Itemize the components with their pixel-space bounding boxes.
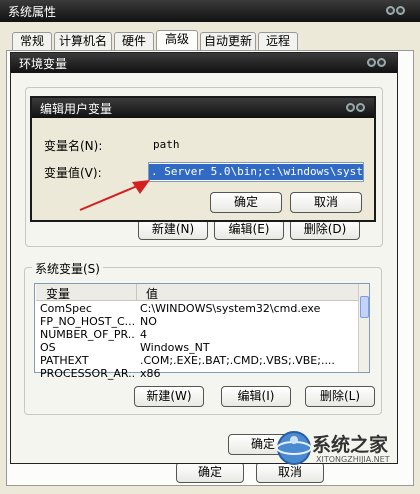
edit-window-controls-icon[interactable] [346, 102, 368, 115]
system-vars-scrollbar[interactable] [358, 284, 369, 372]
system-delete-button[interactable]: 删除(L) [305, 386, 375, 407]
env-window-controls-icon[interactable] [367, 57, 389, 70]
var-name-field[interactable]: path [148, 135, 364, 155]
row-var-name: OS [40, 341, 56, 354]
var-value-selection: . Server 5.0\bin;c:\windows\system32 [149, 164, 363, 180]
edit-ok-button[interactable]: 确定 [210, 192, 282, 213]
system-edit-button[interactable]: 编辑(I) [221, 386, 291, 407]
watermark-url: XITONGZHIJIA.NET [316, 455, 390, 464]
user-new-button[interactable]: 新建(N) [138, 219, 208, 240]
row-var-value: 4 [140, 328, 147, 341]
table-row[interactable]: PROCESSOR_AR... x86 [36, 367, 358, 380]
watermark-logo: 系统之家 XITONGZHIJIA.NET [272, 424, 418, 476]
watermark-text: 系统之家 [312, 434, 389, 456]
table-row[interactable]: FP_NO_HOST_C... NO [36, 315, 358, 328]
watermark-globe-icon [276, 431, 312, 465]
row-var-name: NUMBER_OF_PR... [40, 328, 136, 341]
edit-cancel-button[interactable]: 取消 [290, 192, 362, 213]
edit-title-bar[interactable]: 编辑用户变量 [32, 98, 374, 118]
var-name-label: 变量名(N): [44, 139, 103, 153]
system-vars-header: 变量 值 [36, 284, 358, 301]
table-row[interactable]: NUMBER_OF_PR... 4 [36, 328, 358, 341]
row-var-name: PROCESSOR_AR... [40, 367, 136, 380]
user-edit-button[interactable]: 编辑(E) [214, 219, 284, 240]
system-vars-legend: 系统变量(S) [32, 260, 103, 277]
row-var-value: x86 [140, 367, 161, 380]
tab-auto-update[interactable]: 自动更新 [200, 32, 256, 50]
outer-ok-button[interactable]: 确定 [176, 462, 244, 483]
tab-remote[interactable]: 远程 [258, 32, 298, 50]
env-dialog-title: 环境变量 [19, 57, 68, 71]
row-var-name: FP_NO_HOST_C... [40, 315, 136, 328]
tab-advanced[interactable]: 高级 [156, 30, 198, 51]
var-value-field[interactable]: . Server 5.0\bin;c:\windows\system32 [148, 162, 364, 182]
tab-hardware[interactable]: 硬件 [114, 32, 154, 50]
tab-computer-name[interactable]: 计算机名 [54, 32, 112, 50]
table-row[interactable]: PATHEXT .COM;.EXE;.BAT;.CMD;.VBS;.VBE;...… [36, 354, 358, 367]
row-var-value: C:\WINDOWS\system32\cmd.exe [140, 302, 321, 315]
scroll-thumb[interactable] [360, 296, 369, 318]
row-var-name: PATHEXT [40, 354, 89, 367]
row-var-name: ComSpec [40, 302, 92, 315]
outer-title-bar[interactable]: 系统属性 [0, 0, 420, 22]
col-value-header[interactable]: 值 [146, 285, 158, 302]
system-vars-table: ComSpec C:\WINDOWS\system32\cmd.exe FP_NO_… [36, 302, 358, 380]
table-row[interactable]: ComSpec C:\WINDOWS\system32\cmd.exe [36, 302, 358, 315]
outer-window-title: 系统属性 [8, 5, 57, 19]
edit-dialog-title: 编辑用户变量 [40, 102, 113, 116]
table-row[interactable]: OS Windows_NT [36, 341, 358, 354]
row-var-value: .COM;.EXE;.BAT;.CMD;.VBS;.VBE;.... [140, 354, 335, 367]
tab-general[interactable]: 常规 [12, 32, 52, 50]
system-new-button[interactable]: 新建(W) [134, 386, 204, 407]
row-var-value: NO [140, 315, 157, 328]
annotation-arrow-icon [79, 180, 150, 211]
env-title-bar[interactable]: 环境变量 [11, 53, 397, 73]
user-delete-button[interactable]: 删除(D) [290, 219, 360, 240]
window-controls-icon[interactable] [386, 5, 408, 18]
col-var-header[interactable]: 变量 [46, 285, 70, 302]
row-var-value: Windows_NT [140, 341, 210, 354]
header-divider[interactable] [136, 284, 137, 300]
